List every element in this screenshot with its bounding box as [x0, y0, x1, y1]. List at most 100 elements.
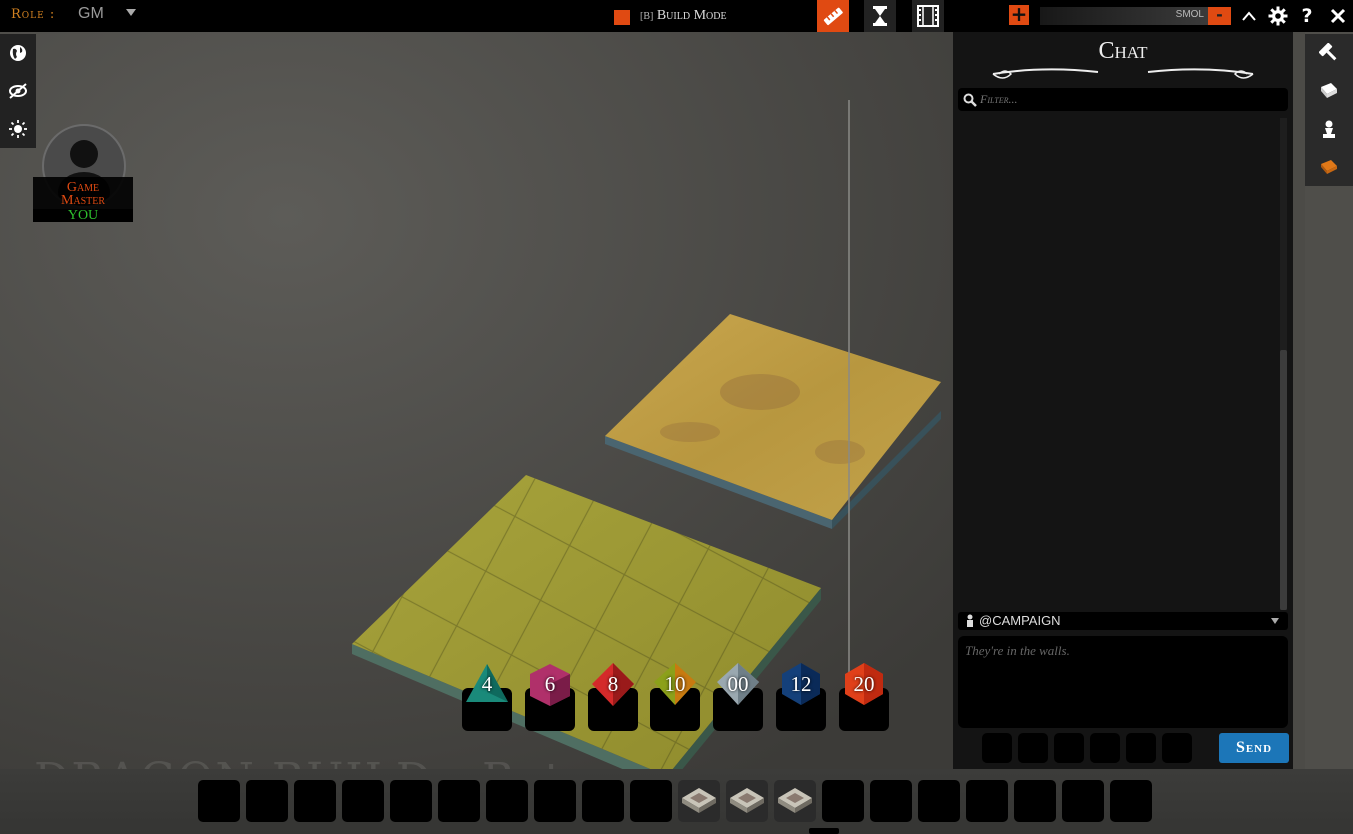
chat-emote-button[interactable] [1018, 733, 1048, 763]
hotbar-slot-tile[interactable] [774, 780, 816, 822]
film-button[interactable] [912, 0, 944, 32]
die-label: 20 [853, 672, 875, 696]
chat-emote-button[interactable] [1126, 733, 1156, 763]
chevron-down-icon[interactable] [126, 9, 136, 16]
chat-filter-field[interactable]: Filter... [958, 88, 1288, 111]
chat-channel-label: @CAMPAIGN [979, 613, 1061, 628]
die-label: 6 [544, 672, 556, 696]
hotbar-slot[interactable] [918, 780, 960, 822]
d4-die[interactable]: 4 [462, 662, 512, 732]
globe-button[interactable] [0, 34, 36, 72]
collapse-button[interactable] [1233, 0, 1265, 32]
characters-button[interactable] [1305, 110, 1353, 148]
close-icon [1330, 8, 1346, 24]
hotbar-slot[interactable] [390, 780, 432, 822]
help-button[interactable]: ? [1291, 0, 1323, 32]
hourglass-icon [873, 6, 887, 26]
flourish-ornament [992, 68, 1254, 79]
visibility-button[interactable] [0, 72, 36, 110]
rules-button[interactable] [1305, 72, 1353, 110]
d10-die[interactable]: 10 [650, 662, 700, 732]
chat-message-placeholder: They're in the walls. [965, 643, 1070, 658]
chat-emote-button[interactable] [1162, 733, 1192, 763]
film-icon [917, 5, 939, 27]
search-icon [963, 93, 977, 107]
ruler-icon [823, 7, 843, 26]
hotbar [0, 769, 1353, 834]
right-toolbar [1305, 32, 1353, 769]
scrollbar-thumb[interactable] [1280, 350, 1287, 610]
hotbar-slot[interactable] [870, 780, 912, 822]
zoom-slider[interactable]: SMOL [1040, 7, 1208, 25]
chat-panel: Chat Filter... @CAMPAIGN They're in the … [953, 32, 1293, 769]
d100-die[interactable]: 00 [713, 662, 763, 732]
hotbar-slot[interactable] [438, 780, 480, 822]
zoom-in-button[interactable]: + [1009, 4, 1029, 25]
d8-die[interactable]: 8 [588, 662, 638, 732]
d12-die[interactable]: 12 [776, 662, 826, 732]
chat-title: Chat [1098, 38, 1148, 64]
chat-emote-button[interactable] [1054, 733, 1084, 763]
left-toolbar [0, 34, 36, 148]
die-label: 4 [481, 672, 493, 696]
build-mode-label[interactable]: [B] Build Mode [640, 8, 727, 24]
top-bar: Role : GM [B] Build Mode + SMOL - ? [0, 0, 1353, 32]
d20-die[interactable]: 20 [839, 662, 889, 732]
gear-icon [1268, 6, 1288, 26]
die-label: 12 [790, 672, 812, 696]
role-select[interactable]: GM [78, 5, 104, 23]
chevron-down-icon [1271, 618, 1279, 624]
zoom-label: SMOL [1175, 9, 1204, 20]
hotbar-slot-tile[interactable] [726, 780, 768, 822]
hotbar-slot[interactable] [1062, 780, 1104, 822]
hotbar-slot[interactable] [1110, 780, 1152, 822]
hotbar-slot[interactable] [1014, 780, 1056, 822]
player-name: YOU [33, 209, 133, 223]
visibility-off-icon [9, 83, 27, 99]
book-icon [1321, 83, 1337, 98]
hourglass-button[interactable] [864, 0, 896, 32]
chevron-up-icon [1242, 11, 1256, 21]
chat-scrollbar[interactable] [1280, 118, 1287, 610]
game-viewport[interactable] [0, 32, 953, 769]
build-mode-key: [B] [640, 11, 654, 22]
settings-button[interactable] [1262, 0, 1294, 32]
journal-icon [1321, 160, 1337, 174]
hotbar-slot[interactable] [246, 780, 288, 822]
send-button[interactable]: Send [1219, 733, 1289, 763]
build-tools-button[interactable] [1305, 34, 1353, 72]
chat-emote-button[interactable] [982, 733, 1012, 763]
zoom-out-button[interactable]: - [1208, 7, 1231, 25]
player-avatar[interactable]: Game Master YOU [33, 124, 133, 223]
journal-button[interactable] [1305, 148, 1353, 186]
lighting-button[interactable] [0, 110, 36, 148]
player-role-line2: Master [60, 193, 106, 208]
hotbar-slot[interactable] [582, 780, 624, 822]
role-label: Role : [11, 7, 56, 22]
hotbar-handle[interactable] [809, 828, 839, 834]
stone-tile-icon [730, 788, 764, 813]
hotbar-slot-tile[interactable] [678, 780, 720, 822]
chat-filter-input[interactable]: Filter... [980, 92, 1018, 107]
hotbar-slot[interactable] [342, 780, 384, 822]
chat-emote-button[interactable] [1090, 733, 1120, 763]
hotbar-slot[interactable] [630, 780, 672, 822]
hotbar-slot[interactable] [822, 780, 864, 822]
hotbar-slot[interactable] [966, 780, 1008, 822]
stone-tile-icon [682, 788, 716, 813]
die-label: 10 [664, 672, 686, 696]
hotbar-slot[interactable] [294, 780, 336, 822]
close-button[interactable] [1322, 0, 1353, 32]
d6-die[interactable]: 6 [525, 662, 575, 732]
ruler-button[interactable] [817, 0, 849, 32]
pawn-icon [1323, 120, 1335, 138]
hotbar-slot[interactable] [534, 780, 576, 822]
stone-tile-icon [778, 788, 812, 813]
die-label: 8 [607, 672, 619, 696]
hotbar-slot[interactable] [486, 780, 528, 822]
build-mode-checkbox[interactable] [614, 10, 630, 25]
hotbar-slot[interactable] [198, 780, 240, 822]
chat-channel-select[interactable]: @CAMPAIGN [958, 612, 1288, 630]
globe-icon [10, 45, 26, 61]
chat-message-input[interactable]: They're in the walls. [958, 636, 1288, 728]
